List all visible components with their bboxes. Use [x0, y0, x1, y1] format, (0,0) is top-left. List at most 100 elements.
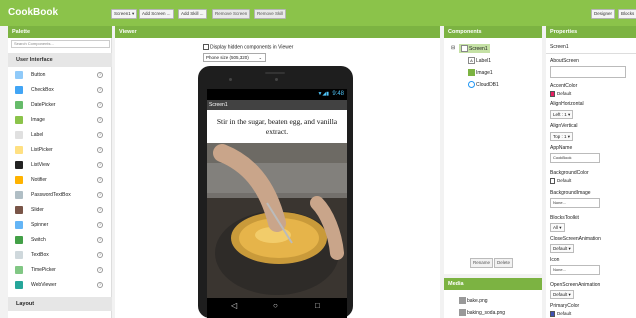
primary-color-label: PrimaryColor	[550, 303, 580, 309]
hidden-components-checkbox[interactable]: Display hidden components in Viewer	[203, 44, 293, 50]
palette-item-listpicker[interactable]: ListPicker?	[8, 145, 112, 156]
palette-item-label: CheckBox	[31, 87, 54, 93]
palette-item-timepicker[interactable]: TimePicker?	[8, 265, 112, 276]
palette-item-datepicker[interactable]: DatePicker?	[8, 100, 112, 111]
align-vertical-label: AlignVertical	[550, 123, 578, 129]
tree-item-screen1[interactable]: Screen1	[459, 44, 490, 53]
image1-preview[interactable]	[207, 143, 347, 298]
background-image-label: BackgroundImage	[550, 190, 591, 196]
align-vertical-select[interactable]: Top : 1 ▾	[550, 132, 574, 141]
listview-icon	[15, 161, 23, 169]
checkbox-icon[interactable]	[203, 44, 209, 50]
palette-item-label[interactable]: Label?	[8, 130, 112, 141]
label-icon	[15, 131, 23, 139]
remove-screen-button[interactable]: Remove Screen	[212, 9, 251, 19]
open-animation-select[interactable]: Default ▾	[550, 290, 574, 299]
help-icon[interactable]: ?	[97, 267, 103, 273]
help-icon[interactable]: ?	[97, 102, 103, 108]
help-icon[interactable]: ?	[97, 222, 103, 228]
primary-color-picker[interactable]: Default	[550, 311, 571, 317]
image-icon	[468, 69, 475, 76]
help-icon[interactable]: ?	[97, 72, 103, 78]
palette-item-textbox[interactable]: TextBox?	[8, 250, 112, 261]
delete-button[interactable]: Delete	[494, 258, 514, 268]
icon-label: Icon	[550, 257, 560, 263]
background-color-picker[interactable]: Default	[550, 178, 571, 184]
home-icon: ○	[273, 301, 278, 310]
media-header: Media	[444, 278, 542, 290]
help-icon[interactable]: ?	[97, 132, 103, 138]
blocks-toolkit-select[interactable]: All ▾	[550, 223, 565, 232]
tree-item-image1[interactable]: Image1	[468, 69, 493, 76]
palette-item-label: Spinner	[31, 222, 49, 228]
palette-item-webviewer[interactable]: WebViewer?	[8, 280, 112, 291]
help-icon[interactable]: ?	[97, 207, 103, 213]
palette-item-label: Label	[31, 132, 44, 138]
help-icon[interactable]: ?	[97, 282, 103, 288]
media-file[interactable]: bake.png	[459, 297, 488, 304]
palette-item-label: PasswordTextBox	[31, 192, 71, 198]
help-icon[interactable]: ?	[97, 162, 103, 168]
accent-color-label: AccentColor	[550, 83, 578, 89]
slider-icon	[15, 206, 23, 214]
datepicker-icon	[15, 101, 23, 109]
palette-category-user-interface[interactable]: User Interface	[8, 53, 112, 67]
palette-item-switch[interactable]: Switch?	[8, 235, 112, 246]
screen-title-bar: Screen1	[207, 100, 347, 110]
palette-item-passwordtextbox[interactable]: PasswordTextBox?	[8, 190, 112, 201]
tree-item-label1-label: Label1	[476, 57, 492, 64]
palette-item-label: TimePicker	[31, 267, 56, 273]
palette-category-layout[interactable]: Layout	[8, 297, 112, 311]
palette-item-slider[interactable]: Slider?	[8, 205, 112, 216]
close-animation-label: CloseScreenAnimation	[550, 236, 601, 242]
switch-icon	[15, 236, 23, 244]
palette-item-label: ListView	[31, 162, 50, 168]
palette-search-input[interactable]: Search Components...	[11, 40, 110, 48]
add-skill-button[interactable]: Add Skill ...	[178, 9, 207, 19]
app-name-input[interactable]: CookBook	[550, 153, 600, 163]
blocks-button[interactable]: Blocks	[618, 9, 636, 19]
help-icon[interactable]: ?	[97, 147, 103, 153]
palette-item-spinner[interactable]: Spinner?	[8, 220, 112, 231]
palette-item-checkbox[interactable]: CheckBox?	[8, 85, 112, 96]
palette-item-label: Notifier	[31, 177, 47, 183]
hidden-components-label: Display hidden components in Viewer	[210, 44, 294, 51]
label1-preview[interactable]: Stir in the sugar, beaten egg, and vanil…	[210, 117, 344, 137]
accent-color-picker[interactable]: Default	[550, 91, 571, 97]
add-screen-button[interactable]: Add Screen ...	[139, 9, 174, 19]
palette-item-image[interactable]: Image?	[8, 115, 112, 126]
palette-item-notifier[interactable]: Notifier?	[8, 175, 112, 186]
phone-size-select[interactable]: Phone size (505,320) ⌄	[203, 53, 266, 62]
palette-header: Palette	[8, 26, 112, 38]
help-icon[interactable]: ?	[97, 177, 103, 183]
tree-toggle[interactable]: ⊟	[451, 45, 455, 51]
palette-item-label: Image	[31, 117, 45, 123]
tree-item-label1[interactable]: A Label1	[468, 57, 491, 64]
phone-nav-bar: ◁ ○ □	[207, 298, 347, 318]
help-icon[interactable]: ?	[97, 192, 103, 198]
remove-skill-button[interactable]: Remove Skill	[254, 9, 287, 19]
background-image-picker[interactable]: None...	[550, 198, 600, 208]
help-icon[interactable]: ?	[97, 117, 103, 123]
palette-item-listview[interactable]: ListView?	[8, 160, 112, 171]
tree-item-clouddb1[interactable]: CloudDB1	[468, 81, 499, 88]
icon-picker[interactable]: None...	[550, 265, 600, 275]
help-icon[interactable]: ?	[97, 87, 103, 93]
screen-select-button[interactable]: Screen1 ▾	[111, 9, 138, 19]
background-color-label: BackgroundColor	[550, 170, 589, 176]
align-horizontal-select[interactable]: Left : 1 ▾	[550, 110, 574, 119]
notifier-icon	[15, 176, 23, 184]
back-icon: ◁	[231, 301, 238, 310]
color-swatch	[550, 91, 555, 97]
help-icon[interactable]: ?	[97, 237, 103, 243]
designer-button[interactable]: Designer	[591, 9, 616, 19]
top-toolbar: CookBook Screen1 ▾ Add Screen ... Add Sk…	[0, 0, 636, 26]
phone-speaker	[265, 72, 285, 74]
close-animation-select[interactable]: Default ▾	[550, 244, 574, 253]
rename-button[interactable]: Rename	[470, 258, 494, 268]
about-screen-textarea[interactable]	[550, 66, 626, 78]
media-file[interactable]: baking_soda.png	[459, 309, 505, 316]
help-icon[interactable]: ?	[97, 252, 103, 258]
palette-item-button[interactable]: Button?	[8, 70, 112, 81]
label-icon: A	[468, 57, 475, 64]
